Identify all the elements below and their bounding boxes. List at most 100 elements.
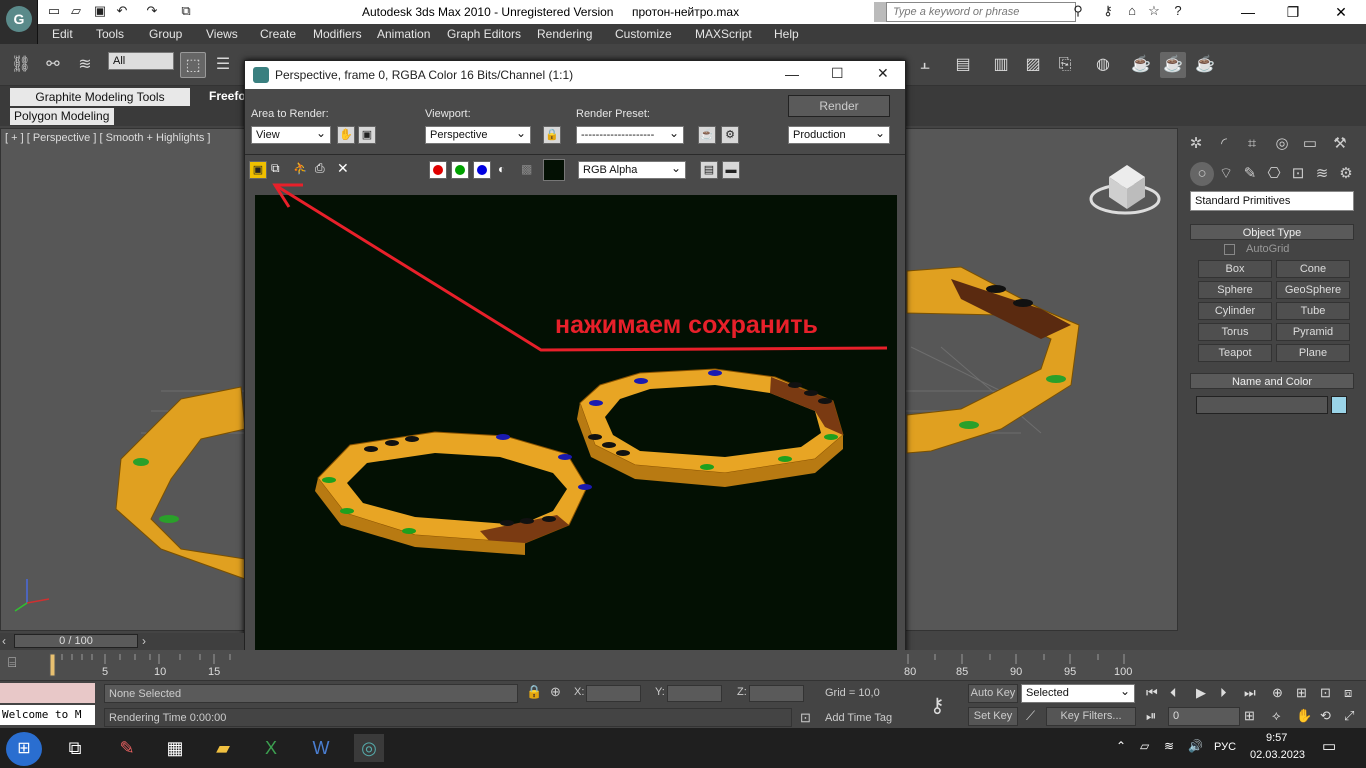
align-icon[interactable]: ⫠	[912, 52, 938, 78]
orbit-icon[interactable]: ⟲	[1320, 708, 1331, 724]
unlink-icon[interactable]: ⚯	[40, 52, 66, 78]
slider-prev-icon[interactable]: ‹	[2, 634, 6, 648]
utilities-tab-icon[interactable]: ⚒	[1328, 132, 1352, 156]
geosphere-button[interactable]: GeoSphere	[1276, 281, 1350, 299]
time-configuration-icon[interactable]: ⊞	[1244, 708, 1255, 724]
favorites-icon[interactable]: ☆	[1146, 3, 1162, 19]
language-indicator[interactable]: РУС	[1214, 741, 1236, 753]
absolute-mode-icon[interactable]: ⊕	[550, 684, 561, 700]
zoom-icon[interactable]: ⊕	[1272, 685, 1283, 701]
maxscript-mini-listener[interactable]: Welcome to M	[0, 705, 95, 725]
next-frame-icon[interactable]: ⏵	[1220, 685, 1227, 701]
select-by-name-icon[interactable]: ☰	[210, 52, 236, 78]
search-input[interactable]: Type a keyword or phrase	[886, 2, 1076, 22]
search-expand-icon[interactable]	[874, 2, 886, 22]
z-coordinate-field[interactable]	[749, 685, 804, 702]
menu-edit[interactable]: Edit	[52, 27, 73, 41]
key-mode-dropdown[interactable]: Selected	[1021, 684, 1135, 703]
material-editor-icon[interactable]: ◍	[1090, 52, 1116, 78]
curve-editor-icon[interactable]: ▨	[1020, 52, 1046, 78]
clock-time[interactable]: 9:57	[1266, 732, 1287, 744]
tab-graphite-modeling-tools[interactable]: Graphite Modeling Tools	[10, 88, 190, 106]
panel-polygon-modeling[interactable]: Polygon Modeling	[10, 108, 114, 125]
shapes-icon[interactable]: ⌔	[1214, 162, 1238, 186]
excel-icon[interactable]: X	[256, 734, 286, 762]
motion-tab-icon[interactable]: ◎	[1270, 132, 1294, 156]
box-button[interactable]: Box	[1198, 260, 1272, 278]
selection-filter-dropdown[interactable]: All	[108, 52, 174, 70]
current-frame-field[interactable]: 0	[1168, 707, 1240, 726]
display-tab-icon[interactable]: ▭	[1298, 132, 1322, 156]
pyramid-button[interactable]: Pyramid	[1276, 323, 1350, 341]
add-time-tag[interactable]: Add Time Tag	[825, 712, 892, 724]
pan-view-icon[interactable]: ✋	[1296, 708, 1312, 724]
lights-icon[interactable]: ✎	[1238, 162, 1262, 186]
spacewarps-icon[interactable]: ≋	[1310, 162, 1334, 186]
bind-spacewarp-icon[interactable]: ≋	[72, 52, 98, 78]
menu-graph-editors[interactable]: Graph Editors	[447, 27, 521, 41]
object-name-field[interactable]	[1196, 396, 1328, 414]
clock-date[interactable]: 02.03.2023	[1250, 749, 1305, 761]
object-color-swatch[interactable]	[1331, 396, 1347, 414]
key-mode-toggle-icon[interactable]: ⟋	[1026, 708, 1035, 724]
go-to-end-icon[interactable]: ⏭	[1244, 685, 1256, 701]
set-key-icon[interactable]: ⚷	[930, 693, 945, 718]
help-icon[interactable]: ?	[1170, 3, 1186, 19]
binoculars-icon[interactable]: ⚲	[1070, 3, 1086, 19]
torus-button[interactable]: Torus	[1198, 323, 1272, 341]
time-tag-icon[interactable]: ⊡	[800, 710, 811, 726]
paint-app-icon[interactable]: ✎	[112, 734, 142, 762]
new-file-icon[interactable]: ▭	[46, 3, 62, 19]
menu-rendering[interactable]: Rendering	[537, 27, 592, 41]
menu-group[interactable]: Group	[149, 27, 182, 41]
create-tab-icon[interactable]: ✲	[1184, 132, 1208, 156]
x-coordinate-field[interactable]	[586, 685, 641, 702]
save-file-icon[interactable]: ▣	[92, 3, 108, 19]
tube-button[interactable]: Tube	[1276, 302, 1350, 320]
open-file-icon[interactable]: ▱	[68, 3, 84, 19]
current-frame-marker[interactable]	[49, 653, 56, 677]
menu-create[interactable]: Create	[260, 27, 296, 41]
wifi-icon[interactable]: ≋	[1164, 739, 1174, 753]
close-icon[interactable]: ✕	[1318, 0, 1364, 24]
maximize-viewport-icon[interactable]: ⤢	[1344, 708, 1354, 724]
helpers-icon[interactable]: ⊡	[1286, 162, 1310, 186]
graphite-toggle-icon[interactable]: ▥	[988, 52, 1014, 78]
render-setup-icon[interactable]: ☕	[1128, 52, 1154, 78]
key-icon[interactable]: ⚷	[1100, 3, 1116, 19]
communication-icon[interactable]: ⌂	[1124, 3, 1140, 19]
volume-icon[interactable]: 🔊	[1188, 739, 1203, 753]
network-icon[interactable]: ▱	[1140, 739, 1149, 753]
task-view-icon[interactable]: ⧉	[60, 734, 90, 762]
y-coordinate-field[interactable]	[667, 685, 722, 702]
menu-tools[interactable]: Tools	[96, 27, 124, 41]
minimize-icon[interactable]: —	[1225, 0, 1271, 24]
selection-lock-icon[interactable]: 🔒	[526, 684, 542, 700]
plane-button[interactable]: Plane	[1276, 344, 1350, 362]
zoom-extents-icon[interactable]: ⊡	[1320, 685, 1331, 701]
sphere-button[interactable]: Sphere	[1198, 281, 1272, 299]
previous-frame-icon[interactable]: ⏴	[1170, 685, 1177, 701]
link-icon[interactable]: ⛓	[8, 52, 34, 78]
modify-tab-icon[interactable]: ◜	[1212, 132, 1236, 156]
zoom-extents-all-icon[interactable]: ⧈	[1344, 685, 1352, 701]
maxscript-listener-pink[interactable]	[0, 683, 95, 703]
3dsmax-taskbar-icon[interactable]: ◎	[354, 734, 384, 762]
hierarchy-tab-icon[interactable]: ⌗	[1240, 132, 1264, 156]
layer-manager-icon[interactable]: ▤	[950, 52, 976, 78]
schematic-view-icon[interactable]: ⎘	[1052, 52, 1078, 78]
menu-modifiers[interactable]: Modifiers	[313, 27, 362, 41]
maximize-icon[interactable]: ❐	[1270, 0, 1316, 24]
word-icon[interactable]: W	[306, 734, 336, 762]
autogrid-checkbox[interactable]	[1224, 244, 1235, 255]
time-slider[interactable]: ‹ 0 / 100 ›	[0, 633, 244, 650]
teapot-button[interactable]: Teapot	[1198, 344, 1272, 362]
systems-icon[interactable]: ⚙	[1334, 162, 1358, 186]
menu-help[interactable]: Help	[774, 27, 799, 41]
track-bar[interactable]: ⌸ 5 10 15 80 85 90 95 100	[0, 650, 1366, 680]
cameras-icon[interactable]: ⎔	[1262, 162, 1286, 186]
quick-render-icon[interactable]: ☕	[1192, 52, 1218, 78]
select-object-icon[interactable]: ⬚	[180, 52, 206, 78]
go-to-start-icon[interactable]: ⏮	[1146, 685, 1158, 701]
calculator-icon[interactable]: ▦	[160, 734, 190, 762]
